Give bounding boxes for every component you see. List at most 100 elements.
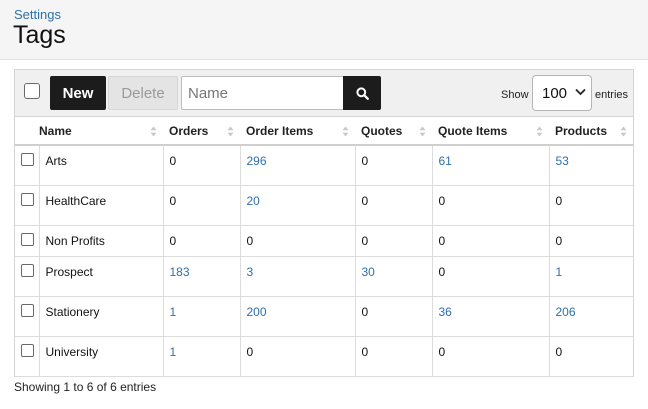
cell-name: University (38, 336, 163, 377)
column-header-label: Name (39, 123, 72, 138)
row-select-cell (15, 225, 39, 257)
column-header-label: Quotes (361, 123, 403, 138)
cell-name: Prospect (38, 256, 163, 297)
products-link[interactable]: 53 (556, 154, 569, 168)
checkbox-column-header (15, 117, 39, 146)
select-all-checkbox[interactable] (24, 83, 40, 99)
orders-link[interactable]: 183 (170, 265, 190, 279)
tag-name: Prospect (45, 264, 93, 279)
cell-order-items: 0 (239, 225, 355, 257)
column-header-quotes[interactable]: Quotes (355, 117, 432, 146)
cell-quote-items: 0 (431, 185, 549, 226)
orders-link[interactable]: 1 (170, 345, 177, 359)
cell-quotes: 0 (354, 145, 432, 186)
tags-panel: New Delete Show 100 entries (14, 69, 634, 377)
search-icon (355, 86, 369, 100)
table-header-row: Name Orders Order Items Quotes Quote Ite… (15, 117, 633, 146)
cell-name: HealthCare (38, 185, 163, 226)
search-button[interactable] (343, 76, 381, 110)
quotes-count: 0 (361, 344, 369, 359)
row-select-cell (15, 185, 39, 226)
sort-icon (342, 126, 349, 137)
cell-quote-items: 0 (431, 336, 549, 377)
row-checkbox[interactable] (21, 263, 34, 277)
order-items-link[interactable]: 20 (247, 194, 260, 208)
entries-label: entries (595, 89, 629, 101)
table-info: Showing 1 to 6 of 6 entries (14, 380, 157, 394)
page-header: Settings Tags (0, 0, 648, 60)
quotes-link[interactable]: 30 (362, 265, 375, 279)
cell-orders: 1 (162, 296, 240, 337)
quote-items-link[interactable]: 61 (439, 154, 452, 168)
name-search-input[interactable] (181, 76, 343, 110)
tag-name: HealthCare (45, 193, 107, 208)
column-header-name[interactable]: Name (39, 117, 163, 146)
cell-quotes: 0 (354, 225, 432, 257)
sort-icon (419, 126, 426, 137)
tag-name: Non Profits (45, 233, 105, 248)
table-row: Non Profits 0 0 0 0 0 (15, 225, 633, 257)
products-link[interactable]: 206 (556, 305, 576, 319)
row-select-cell (15, 296, 39, 337)
tag-name: Stationery (45, 304, 100, 319)
cell-products: 0 (548, 185, 633, 226)
show-label: Show (501, 89, 529, 101)
row-checkbox[interactable] (21, 192, 34, 206)
cell-products: 206 (548, 296, 633, 337)
order-items-link[interactable]: 200 (247, 305, 267, 319)
tag-name: University (45, 344, 99, 359)
cell-orders: 0 (162, 145, 240, 186)
products-link[interactable]: 1 (556, 265, 563, 279)
quote-items-count: 0 (438, 264, 446, 279)
cell-quotes: 0 (354, 296, 432, 337)
column-header-quote-items[interactable]: Quote Items (432, 117, 549, 146)
quote-items-link[interactable]: 36 (439, 305, 452, 319)
row-checkbox[interactable] (21, 343, 34, 357)
order-items-link[interactable]: 3 (247, 265, 254, 279)
products-count: 0 (555, 193, 563, 208)
tags-table: Name Orders Order Items Quotes Quote Ite… (15, 117, 633, 377)
products-count: 0 (555, 233, 563, 248)
page-title: Tags (13, 21, 66, 49)
column-header-label: Orders (169, 123, 209, 138)
breadcrumb-settings[interactable]: Settings (14, 7, 61, 22)
cell-quote-items: 61 (431, 145, 549, 186)
order-items-link[interactable]: 296 (247, 154, 267, 168)
row-select-cell (15, 145, 39, 186)
cell-orders: 0 (162, 225, 240, 257)
cell-orders: 0 (162, 185, 240, 226)
column-header-orders[interactable]: Orders (163, 117, 240, 146)
table-row: Prospect 183 3 30 0 1 (15, 256, 633, 297)
cell-quotes: 0 (354, 336, 432, 377)
column-header-products[interactable]: Products (549, 117, 633, 146)
orders-link[interactable]: 1 (170, 305, 177, 319)
delete-button[interactable]: Delete (108, 76, 178, 110)
products-count: 0 (555, 344, 563, 359)
quotes-count: 0 (361, 193, 369, 208)
cell-quote-items: 0 (431, 256, 549, 297)
column-header-label: Quote Items (438, 123, 508, 138)
cell-quote-items: 36 (431, 296, 549, 337)
quote-items-count: 0 (438, 193, 446, 208)
cell-orders: 1 (162, 336, 240, 377)
row-checkbox[interactable] (21, 303, 34, 317)
orders-count: 0 (169, 233, 177, 248)
orders-count: 0 (169, 154, 177, 168)
row-checkbox[interactable] (21, 153, 34, 166)
cell-quotes: 0 (354, 185, 432, 226)
new-button[interactable]: New (50, 76, 106, 110)
orders-count: 0 (169, 193, 177, 208)
quote-items-count: 0 (438, 233, 446, 248)
entries-per-page-select[interactable]: 100 (532, 75, 592, 111)
sort-icon (620, 126, 627, 137)
quotes-count: 0 (361, 304, 369, 319)
entries-per-page-value: 100 (542, 85, 568, 102)
column-header-order-items[interactable]: Order Items (240, 117, 355, 146)
cell-quotes: 30 (354, 256, 432, 297)
order-items-count: 0 (246, 344, 254, 359)
quotes-count: 0 (361, 233, 369, 248)
order-items-count: 0 (246, 233, 254, 248)
cell-products: 1 (548, 256, 633, 297)
toolbar: New Delete Show 100 entries (15, 70, 633, 117)
row-checkbox[interactable] (21, 232, 34, 246)
